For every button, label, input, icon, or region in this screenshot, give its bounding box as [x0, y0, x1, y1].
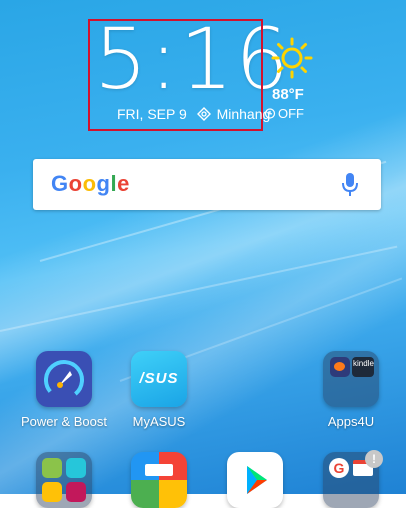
app-power-boost[interactable]: Power & Boost	[19, 351, 109, 429]
alarm-status: OFF	[264, 106, 304, 121]
asus-logo-text: /SUS	[139, 370, 179, 387]
notification-badge: !	[365, 450, 383, 468]
rocket-speedometer-icon	[36, 351, 92, 407]
date-location-line[interactable]: FRI, SEP 9 Minhang	[117, 106, 270, 122]
kindle-text: kindle	[353, 359, 374, 368]
app-label: MyASUS	[132, 414, 186, 429]
play-store-icon	[227, 452, 283, 508]
mic-icon[interactable]	[341, 172, 359, 198]
google-search-bar[interactable]: Google	[33, 159, 381, 210]
folder-icon	[36, 452, 92, 508]
paint-roller-icon	[131, 452, 187, 508]
dock-folder-google[interactable]: G !	[306, 450, 396, 508]
dock-folder-1[interactable]	[19, 452, 109, 508]
app-label: Power & Boost	[21, 414, 107, 429]
app-folder-apps4u[interactable]: kindle Apps4U	[306, 351, 396, 429]
location-text: Minhang	[216, 106, 271, 122]
alarm-clock-icon	[264, 108, 276, 119]
date-text: FRI, SEP 9	[117, 106, 187, 122]
alarm-text: OFF	[278, 106, 304, 121]
app-label: Apps4U	[327, 414, 375, 429]
kindle-icon: kindle	[352, 357, 374, 377]
google-logo: Google	[51, 171, 130, 196]
asus-logo-icon: /SUS	[131, 351, 187, 407]
dock-app-play-store[interactable]	[210, 452, 300, 508]
temperature: 88°F	[272, 86, 304, 103]
app-myasus[interactable]: /SUS MyASUS	[114, 351, 204, 429]
dock-app-themes[interactable]	[114, 452, 204, 508]
location-icon	[196, 107, 211, 121]
puffin-icon	[330, 357, 350, 377]
weather-widget[interactable]: 88°F OFF	[264, 34, 320, 124]
folder-icon: kindle	[323, 351, 379, 407]
sun-icon	[271, 37, 313, 79]
